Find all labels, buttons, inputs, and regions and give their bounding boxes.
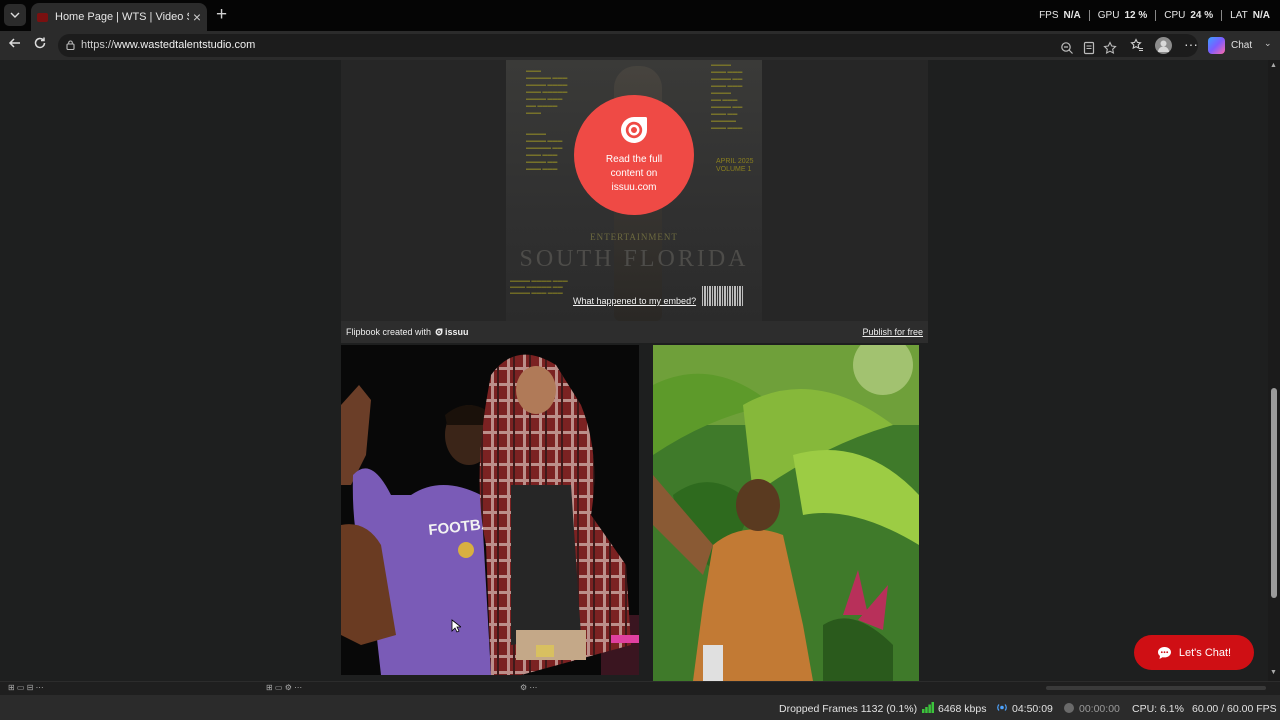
lat-value: N/A: [1252, 10, 1270, 21]
issuu-small-icon: [435, 328, 443, 336]
issuu-embed[interactable]: ▬▬▬ ▬▬▬▬▬ ▬▬▬ ▬▬▬▬ ▬▬▬▬ ▬▬▬ ▬▬▬▬▬ ▬▬▬▬ ▬▬▬ ▬▬…: [341, 60, 928, 343]
obs-cpu: CPU: 6.1%: [1132, 703, 1184, 715]
flipbook-credit: Flipbook created with issuu: [346, 327, 469, 337]
gallery-photo-performers[interactable]: FOOTBALL: [341, 345, 639, 675]
lat-label: LAT: [1230, 10, 1248, 21]
obs-dock-strip: ⊞ ▭ ⊟ ⋯ ⊞ ▭ ⚙ ⋯ ⚙ ⋯: [0, 681, 1280, 695]
garden-image: [653, 345, 919, 681]
person-icon: [1158, 40, 1169, 52]
cover-title: SOUTH FLORIDA: [519, 246, 749, 272]
copilot-logo-icon: [1208, 37, 1225, 54]
site-favicon-icon: [37, 12, 48, 22]
lets-chat-button[interactable]: Let's Chat!: [1134, 635, 1254, 670]
dock-controls-icon[interactable]: ⚙ ⋯: [520, 683, 537, 692]
bitrate: 6468 kbps: [938, 703, 987, 715]
barcode: [702, 286, 744, 306]
flipbook-label: Flipbook created with: [346, 327, 432, 337]
back-button[interactable]: [6, 36, 24, 54]
cover-date: APRIL 2025 VOLUME 1: [716, 158, 754, 173]
audio-meter: [1046, 686, 1266, 690]
browser-toolbar: https://www.wastedtalentstudio.com ··· C…: [0, 31, 1280, 60]
scroll-up-icon[interactable]: ▲: [1270, 62, 1277, 69]
dock-controls-icon[interactable]: ⊞ ▭ ⚙ ⋯: [266, 683, 302, 692]
tab-title: Home Page | WTS | Video Services: [55, 11, 189, 23]
record-time: 00:00:00: [1079, 703, 1120, 715]
page-scrollbar[interactable]: ▲ ▼: [1268, 60, 1280, 681]
cover-right-text: ▬▬▬▬ ▬▬▬ ▬▬▬ ▬▬▬▬ ▬▬ ▬▬▬ ▬▬▬ ▬▬▬▬ ▬▬ ▬▬▬ ▬▬▬▬ …: [711, 62, 743, 131]
tab-strip: Home Page | WTS | Video Services × + FPS…: [0, 0, 1280, 31]
arrow-left-icon: [8, 38, 20, 48]
chevron-down-icon: [10, 12, 20, 18]
fps-value: N/A: [1063, 10, 1081, 21]
gpu-value: 12 %: [1124, 10, 1148, 21]
cover-bottom-text: ▬▬▬▬ ▬▬▬▬ ▬▬▬ ▬▬▬ ▬▬▬▬▬ ▬▬ ▬▬▬▬ ▬▬▬ ▬▬▬: [510, 278, 568, 296]
issuu-logo-icon: [621, 117, 647, 143]
new-tab-button[interactable]: +: [216, 5, 227, 25]
live-broadcast-icon: [996, 702, 1008, 716]
dropped-frames: Dropped Frames 1132 (0.1%): [779, 703, 918, 715]
close-tab-icon[interactable]: ×: [193, 10, 201, 24]
performance-overlay: FPS N/A GPU 12 % CPU 24 % LAT N/A: [1039, 10, 1270, 21]
stream-time: 04:50:09: [1012, 703, 1053, 715]
chat-label: Chat: [1231, 40, 1253, 51]
dock-controls-icon[interactable]: ⊞ ▭ ⊟ ⋯: [8, 683, 44, 692]
publish-for-free-link[interactable]: Publish for free: [862, 327, 923, 337]
lets-chat-label: Let's Chat!: [1178, 646, 1232, 659]
record-status-icon: [1064, 703, 1074, 713]
mouse-cursor-icon: [451, 619, 461, 633]
signal-icon: [922, 702, 934, 716]
obs-status-bar: Dropped Frames 1132 (0.1%) 6468 kbps 04:…: [0, 695, 1280, 720]
scrollbar-thumb[interactable]: [1271, 388, 1277, 598]
embed-footer: Flipbook created with issuu Publish for …: [341, 321, 928, 343]
read-on-issuu-button[interactable]: Read the full content on issuu.com: [574, 95, 694, 215]
zoom-icon[interactable]: [1060, 41, 1074, 55]
scroll-down-icon[interactable]: ▼: [1270, 669, 1277, 676]
lock-icon[interactable]: [66, 40, 75, 50]
favorite-star-icon[interactable]: [1103, 41, 1117, 55]
cpu-label: CPU: [1164, 10, 1186, 21]
chat-bubble-icon: [1157, 646, 1171, 659]
cover-left-text: ▬▬▬ ▬▬▬▬▬ ▬▬▬ ▬▬▬▬ ▬▬▬▬ ▬▬▬ ▬▬▬▬▬ ▬▬▬▬ ▬▬▬ ▬▬…: [526, 68, 568, 172]
chevron-down-icon[interactable]: ⌄: [1264, 38, 1272, 49]
reload-button[interactable]: [33, 36, 51, 54]
favorites-icon[interactable]: [1130, 38, 1144, 52]
gpu-label: GPU: [1097, 10, 1120, 21]
issuu-brand-link[interactable]: issuu: [435, 327, 469, 337]
page-viewport: ▬▬▬ ▬▬▬▬▬ ▬▬▬ ▬▬▬▬ ▬▬▬▬ ▬▬▬ ▬▬▬▬▬ ▬▬▬▬ ▬▬▬ ▬▬…: [0, 60, 1268, 681]
profile-avatar[interactable]: [1155, 37, 1172, 54]
what-happened-link[interactable]: What happened to my embed?: [573, 296, 696, 306]
reload-icon: [34, 37, 46, 49]
cover-section: ENTERTAINMENT: [590, 232, 678, 242]
url-text: https://www.wastedtalentstudio.com: [81, 39, 256, 51]
more-options-icon[interactable]: ···: [1184, 37, 1198, 51]
gallery-photo-garden[interactable]: [653, 345, 919, 681]
fps-label: FPS: [1039, 10, 1059, 21]
cpu-value: 24 %: [1190, 10, 1214, 21]
tab-actions-button[interactable]: [4, 4, 26, 26]
address-bar[interactable]: https://www.wastedtalentstudio.com: [58, 34, 1198, 57]
browser-tab[interactable]: Home Page | WTS | Video Services ×: [31, 3, 207, 31]
overlay-text: Read the full content on issuu.com: [605, 154, 663, 193]
copilot-chat-button[interactable]: Chat: [1208, 35, 1252, 56]
obs-fps: 60.00 / 60.00 FPS: [1192, 703, 1277, 715]
reading-view-icon[interactable]: [1082, 41, 1096, 55]
performers-image: FOOTBALL: [341, 345, 639, 675]
